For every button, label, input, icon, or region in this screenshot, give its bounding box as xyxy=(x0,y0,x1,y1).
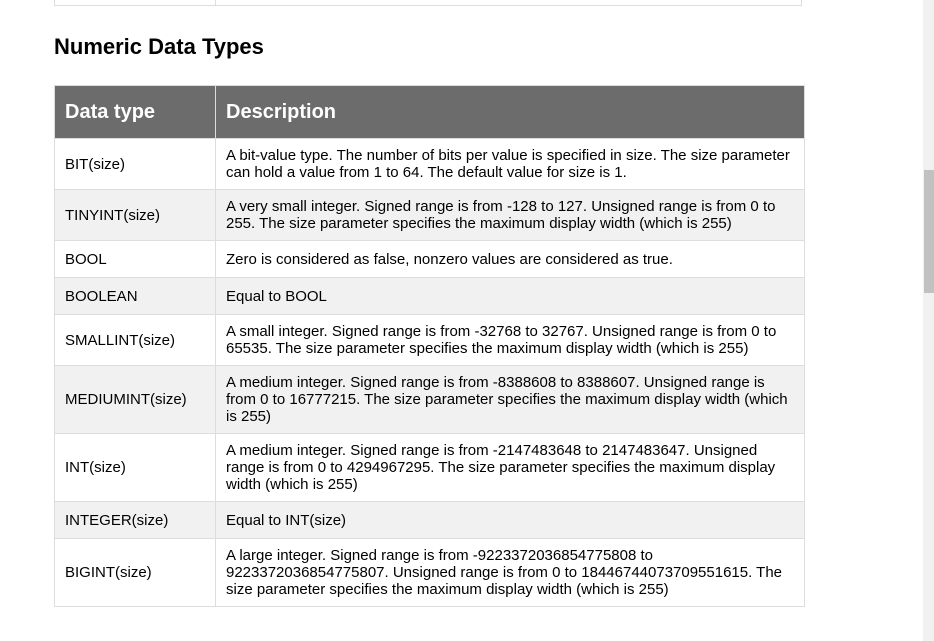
section-title: Numeric Data Types xyxy=(54,34,264,59)
table-row: INTEGER(size) Equal to INT(size) xyxy=(54,501,805,539)
description-cell: A large integer. Signed range is from -9… xyxy=(215,538,805,607)
data-type-cell: BOOL xyxy=(54,240,216,278)
description-cell: A very small integer. Signed range is fr… xyxy=(215,189,805,241)
description-cell: Equal to BOOL xyxy=(215,277,805,315)
data-type-cell: BIT(size) xyxy=(54,138,216,190)
numeric-data-types-table: Data type Description BIT(size) A bit-va… xyxy=(54,85,805,607)
data-type-cell: INT(size) xyxy=(54,433,216,502)
table-row: BIGINT(size) A large integer. Signed ran… xyxy=(54,538,805,607)
description-cell: A bit-value type. The number of bits per… xyxy=(215,138,805,190)
header-data-type: Data type xyxy=(54,85,216,139)
description-cell: Equal to INT(size) xyxy=(215,501,805,539)
header-description: Description xyxy=(215,85,805,139)
scrollbar-thumb[interactable] xyxy=(924,170,934,293)
table-row: BIT(size) A bit-value type. The number o… xyxy=(54,138,805,190)
table-row: BOOL Zero is considered as false, nonzer… xyxy=(54,240,805,278)
data-type-cell: TINYINT(size) xyxy=(54,189,216,241)
data-type-cell: INTEGER(size) xyxy=(54,501,216,539)
previous-table-bottom xyxy=(54,0,802,6)
table-row: SMALLINT(size) A small integer. Signed r… xyxy=(54,314,805,366)
previous-table-divider xyxy=(215,0,216,5)
table-row: TINYINT(size) A very small integer. Sign… xyxy=(54,189,805,241)
data-type-cell: BIGINT(size) xyxy=(54,538,216,607)
description-cell: A medium integer. Signed range is from -… xyxy=(215,365,805,434)
table-row: MEDIUMINT(size) A medium integer. Signed… xyxy=(54,365,805,434)
data-type-cell: MEDIUMINT(size) xyxy=(54,365,216,434)
page: Numeric Data Types Data type Description… xyxy=(0,0,934,641)
table-row: BOOLEAN Equal to BOOL xyxy=(54,277,805,315)
data-type-cell: SMALLINT(size) xyxy=(54,314,216,366)
table-row: INT(size) A medium integer. Signed range… xyxy=(54,433,805,502)
description-cell: A small integer. Signed range is from -3… xyxy=(215,314,805,366)
table-header-row: Data type Description xyxy=(54,85,805,139)
vertical-scrollbar[interactable] xyxy=(923,0,934,641)
description-cell: Zero is considered as false, nonzero val… xyxy=(215,240,805,278)
data-type-cell: BOOLEAN xyxy=(54,277,216,315)
description-cell: A medium integer. Signed range is from -… xyxy=(215,433,805,502)
